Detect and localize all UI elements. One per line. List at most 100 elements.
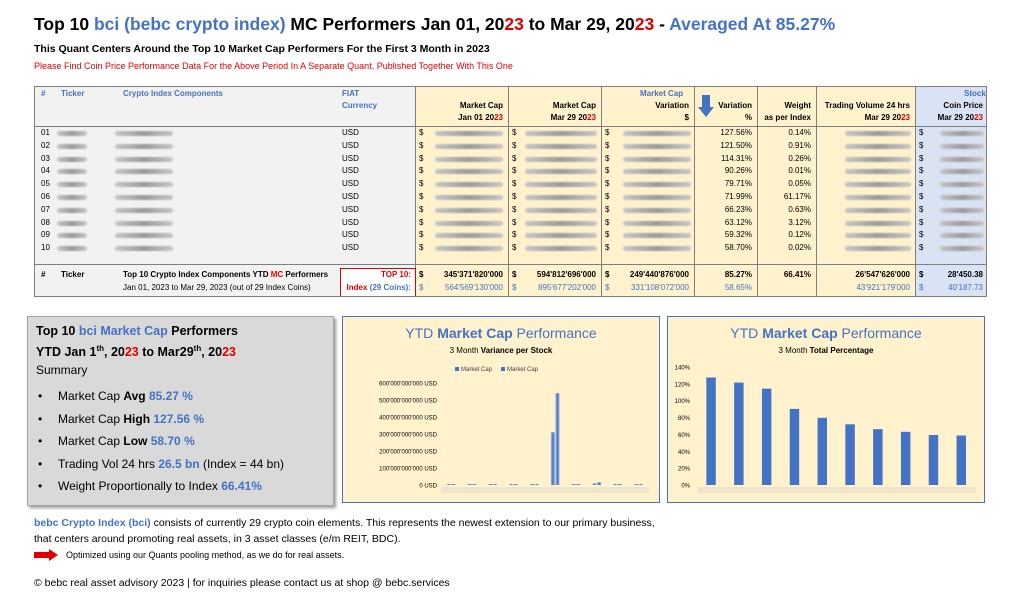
redacted-value [57, 220, 87, 226]
redacted-value [845, 169, 911, 175]
bullet-val: 85.27 % [148, 389, 193, 403]
redacted-value [115, 195, 173, 200]
bullet-pre: Weight Proportionally to Index [58, 479, 222, 493]
row-dollar-sign: $ [919, 192, 924, 201]
top10-weight: 66.41% [783, 270, 811, 279]
header-mc-jan-date: Jan 01 2023 [458, 113, 503, 123]
y-tick-label: 140% [675, 366, 691, 372]
bar [789, 408, 800, 485]
row-currency: USD [342, 140, 359, 150]
chart-variance: 0 USD 100'000'000'000 USD 200'000'000'000 … [379, 367, 649, 493]
bar [900, 431, 911, 485]
footer-description: Top 10 Crypto Index Components YTD MC Pe… [123, 270, 328, 280]
header-variation-unit: $ [684, 113, 689, 122]
footer-line-1: bebc Crypto Index (bci) consists of curr… [34, 517, 655, 529]
bar [873, 429, 883, 485]
redacted-value [57, 246, 87, 252]
summary-heading-text: Top 10 [36, 324, 79, 338]
row-weight: 0.26% [788, 153, 811, 163]
summary-date-year: 23 [222, 345, 236, 360]
header-date-text: Mar 29 20 [550, 113, 588, 122]
redacted-value [623, 195, 691, 200]
redacted-value [845, 182, 911, 188]
redacted-value [57, 195, 87, 200]
summary-heading: Top 10 bci Market Cap Performers YTD Jan… [36, 323, 238, 361]
header-num: # [41, 89, 46, 98]
index-dollar-sign: $ [419, 283, 424, 292]
redacted-value [940, 220, 984, 226]
footer-num: # [41, 270, 46, 279]
bullet-icon: • [38, 479, 43, 493]
bar [446, 484, 451, 485]
row-currency: USD [342, 128, 359, 137]
redacted-value [845, 143, 911, 149]
bar [472, 484, 477, 485]
header-date-text: Jan 01 20 [458, 113, 495, 122]
redacted-value [940, 131, 984, 136]
y-tick-label: 500'000'000'000 USD [379, 399, 437, 405]
summary-date-text: , 20 [201, 345, 223, 360]
sort-down-arrow-icon [698, 95, 714, 117]
redacted-value [940, 182, 984, 188]
header-weight: Weight [784, 101, 811, 110]
header-weight-sub: as per Index [764, 113, 811, 122]
bar [761, 388, 772, 485]
redacted-value [940, 156, 984, 162]
redacted-value [115, 156, 173, 162]
redacted-value [525, 182, 597, 188]
row-dollar-sign: $ [919, 243, 924, 253]
y-tick-label: 100'000'000'000 USD [379, 467, 437, 473]
bullet-icon: • [38, 411, 43, 426]
redacted-value [115, 233, 173, 239]
y-tick-label: 0 USD [419, 484, 437, 490]
bar [817, 417, 827, 485]
row-dollar-sign: $ [512, 204, 517, 214]
bullet-icon: • [38, 434, 43, 448]
redacted-value [435, 182, 503, 188]
subtitle: This Quant Centers Around the Top 10 Mar… [34, 43, 490, 55]
redacted-value [525, 195, 597, 200]
row-variation-pct: 58.70% [724, 243, 752, 253]
redacted-value [845, 195, 911, 200]
row-dollar-sign: $ [512, 153, 517, 163]
row-number: 01 [41, 128, 50, 137]
row-dollar-sign: $ [919, 166, 924, 176]
header-coin-price: Coin Price [943, 101, 983, 110]
title-text: - [654, 14, 670, 34]
header-date-year: 23 [974, 113, 983, 122]
row-variation-pct: 59.32% [724, 230, 752, 240]
x-axis-labels-redacted [698, 487, 976, 493]
row-dollar-sign: $ [605, 128, 610, 137]
redacted-value [623, 233, 691, 239]
bar [734, 382, 744, 485]
redacted-value [57, 233, 87, 239]
summary-heading-bci: bci [78, 324, 97, 338]
row-dollar-sign: $ [605, 204, 610, 214]
redacted-value [525, 220, 597, 226]
redacted-value [623, 182, 691, 188]
redacted-value [115, 207, 173, 213]
footer-divider [35, 264, 986, 265]
redacted-value [115, 131, 173, 136]
header-date-text: Mar 29 20 [937, 113, 975, 122]
row-number: 02 [41, 140, 50, 150]
row-number: 08 [41, 217, 50, 227]
redacted-value [623, 220, 691, 226]
index-dollar-sign: $ [919, 283, 924, 292]
redacted-value [435, 195, 503, 200]
title-text: Top 10 [34, 14, 94, 34]
bullet-icon: • [38, 389, 43, 403]
redacted-value [623, 246, 691, 252]
y-tick-label: 0% [681, 484, 690, 490]
redacted-value [435, 220, 503, 226]
bar [555, 393, 560, 485]
redacted-value [940, 143, 984, 149]
y-tick-label: 600'000'000'000 USD [379, 382, 437, 388]
redacted-value [57, 156, 87, 162]
index-label-count: (29 Coins): [369, 283, 411, 292]
bar [613, 484, 618, 485]
y-tick-label: 120% [675, 382, 691, 388]
row-number: 03 [41, 153, 50, 163]
redacted-value [940, 233, 984, 239]
row-weight: 3.12% [788, 217, 811, 227]
